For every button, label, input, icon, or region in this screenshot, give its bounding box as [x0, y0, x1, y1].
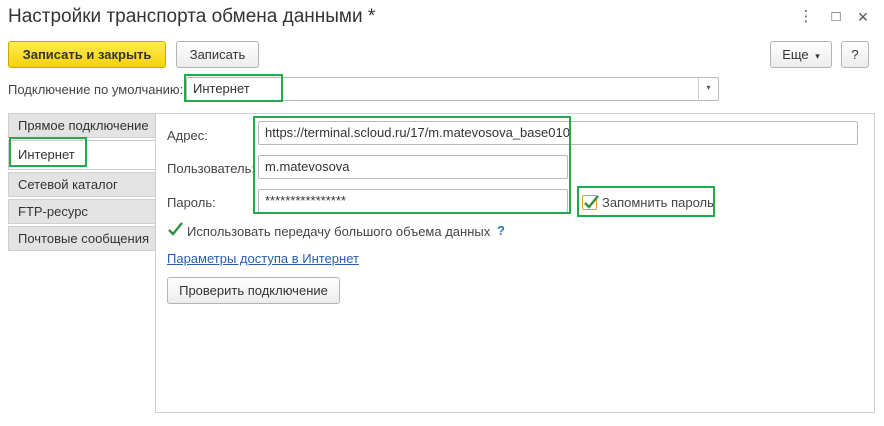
tab-ftp-resource[interactable]: FTP-ресурс [8, 199, 155, 224]
transport-tabs: Прямое подключение Интернет Сетевой ката… [8, 113, 155, 253]
checkmark-icon [168, 222, 183, 236]
more-menu-button[interactable]: Еще ▾ [770, 41, 832, 68]
default-connection-highlight [184, 74, 283, 102]
more-actions-icon[interactable]: ⋮ [796, 6, 816, 28]
large-transfer-label[interactable]: Использовать передачу большого объема да… [187, 224, 490, 239]
save-button[interactable]: Записать [176, 41, 259, 68]
help-button[interactable]: ? [841, 41, 869, 68]
credentials-highlight [253, 116, 571, 214]
remember-password-highlight [577, 186, 715, 217]
default-connection-label: Подключение по умолчанию: [8, 82, 184, 97]
more-menu-label: Еще [782, 47, 809, 62]
tab-internet-highlight [9, 137, 87, 167]
maximize-icon[interactable]: □ [826, 6, 846, 28]
window-title: Настройки транспорта обмена данными * [8, 6, 376, 27]
large-transfer-help-icon[interactable]: ? [497, 223, 505, 238]
chevron-down-icon[interactable]: ▾ [698, 78, 718, 100]
save-and-close-button[interactable]: Записать и закрыть [8, 41, 166, 68]
check-connection-button[interactable]: Проверить подключение [167, 277, 340, 304]
close-icon[interactable]: × [853, 6, 873, 28]
internet-access-params-link[interactable]: Параметры доступа в Интернет [167, 251, 359, 266]
tab-network-folder[interactable]: Сетевой каталог [8, 172, 155, 197]
large-transfer-checkbox[interactable] [167, 222, 183, 238]
tab-direct-connection[interactable]: Прямое подключение [8, 113, 155, 138]
user-label: Пользователь: [167, 161, 255, 176]
password-label: Пароль: [167, 195, 216, 210]
chevron-down-icon: ▾ [815, 51, 820, 61]
tab-email-messages[interactable]: Почтовые сообщения [8, 226, 155, 251]
address-label: Адрес: [167, 128, 208, 143]
